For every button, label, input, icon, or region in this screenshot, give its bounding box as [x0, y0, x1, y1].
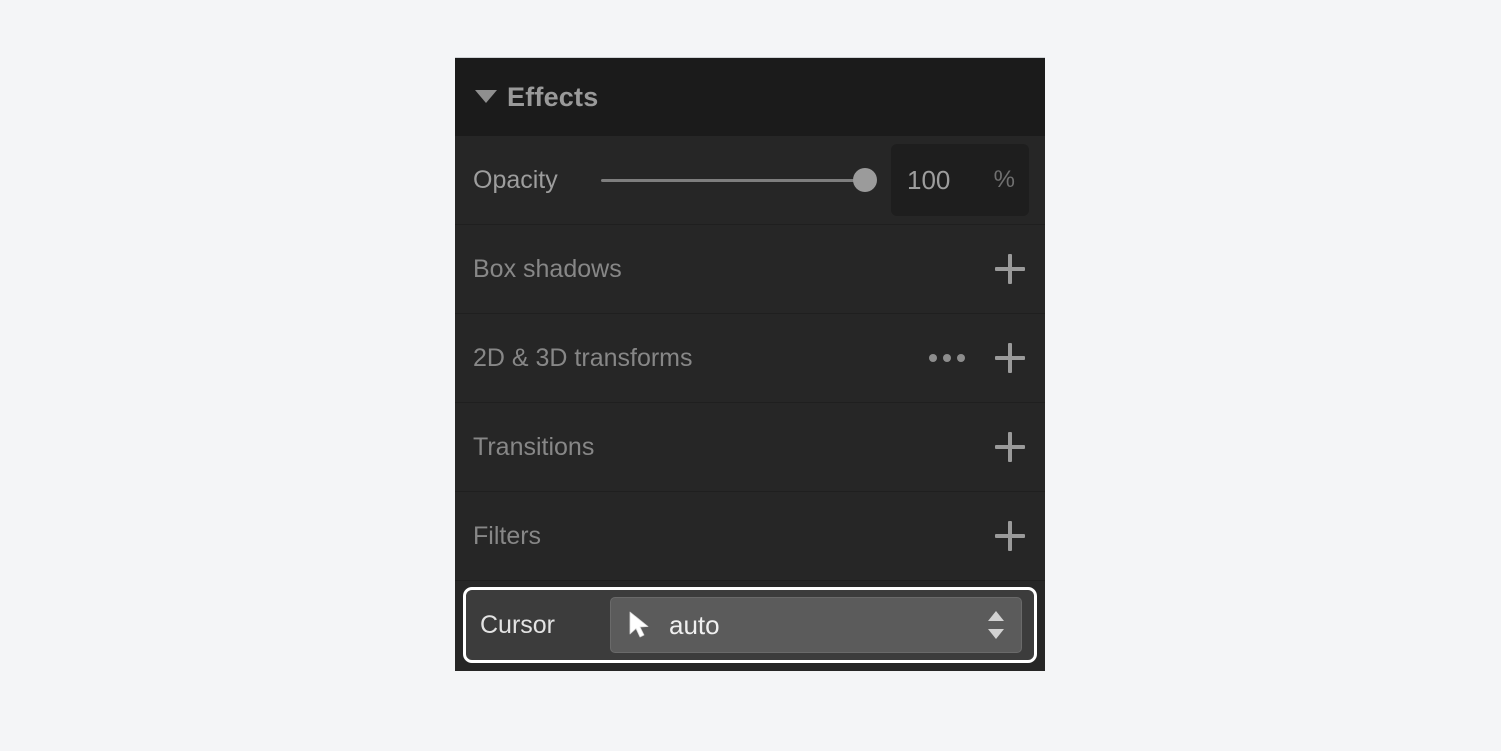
triangle-down-icon[interactable] — [473, 84, 499, 110]
opacity-label: Opacity — [473, 165, 558, 194]
slider-track — [601, 178, 867, 182]
arrow-pointer-icon — [625, 610, 655, 640]
opacity-number-field[interactable]: 100 % — [891, 144, 1029, 216]
opacity-unit: % — [993, 166, 1015, 193]
filters-row[interactable]: Filters — [455, 492, 1045, 581]
screen: Effects Opacity 100 % Box shadows 2D & 3… — [0, 0, 1501, 751]
slider-thumb[interactable] — [853, 168, 877, 192]
opacity-value[interactable]: 100 — [907, 165, 994, 196]
effects-section-header[interactable]: Effects — [455, 58, 1045, 136]
section-title: Effects — [507, 81, 599, 112]
transitions-label: Transitions — [473, 432, 595, 461]
ellipsis-dot — [929, 354, 937, 362]
filters-actions — [993, 519, 1027, 553]
chevron-up-down-icon[interactable] — [985, 608, 1007, 642]
filters-label: Filters — [473, 521, 542, 550]
cursor-select[interactable]: auto — [610, 597, 1022, 653]
add-transition-button[interactable] — [993, 430, 1027, 464]
box-shadows-label: Box shadows — [473, 254, 622, 283]
add-transform-button[interactable] — [993, 341, 1027, 375]
add-filter-button[interactable] — [993, 519, 1027, 553]
opacity-slider[interactable] — [601, 163, 877, 197]
cursor-value: auto — [669, 609, 720, 640]
transitions-row[interactable]: Transitions — [455, 403, 1045, 492]
add-box-shadow-button[interactable] — [993, 252, 1027, 286]
cursor-row[interactable]: Cursor auto — [463, 587, 1037, 663]
ellipsis-icon[interactable] — [927, 348, 967, 368]
transforms-actions — [927, 341, 1027, 375]
cursor-row-container: Cursor auto — [455, 581, 1045, 671]
effects-panel: Effects Opacity 100 % Box shadows 2D & 3… — [455, 57, 1045, 671]
ellipsis-dot — [957, 354, 965, 362]
opacity-row: Opacity 100 % — [455, 136, 1045, 225]
transforms-label: 2D & 3D transforms — [473, 343, 693, 372]
transforms-row[interactable]: 2D & 3D transforms — [455, 314, 1045, 403]
transitions-actions — [993, 430, 1027, 464]
box-shadows-row[interactable]: Box shadows — [455, 225, 1045, 314]
ellipsis-dot — [943, 354, 951, 362]
cursor-label: Cursor — [480, 610, 556, 639]
box-shadows-actions — [993, 252, 1027, 286]
